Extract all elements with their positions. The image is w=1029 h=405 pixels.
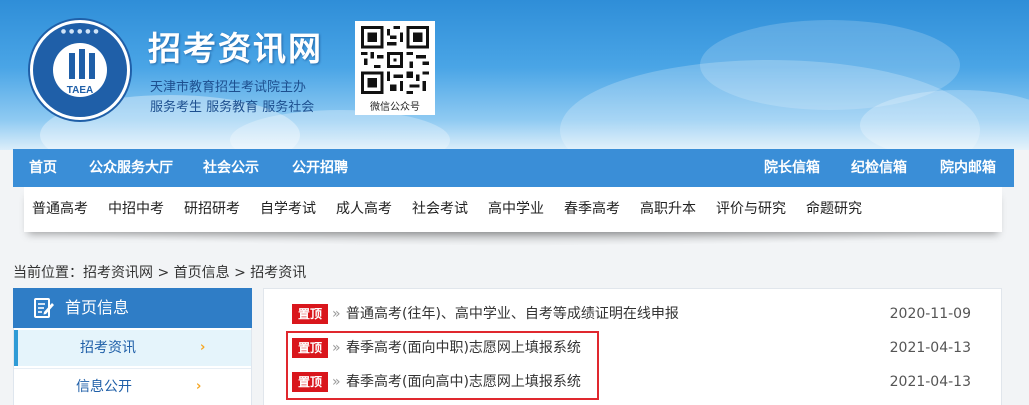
news-title[interactable]: 普通高考(往年)、高中学业、自考等成绩证明在线申报 [346, 298, 679, 332]
sidebar-item-label: 信息公开 [76, 379, 132, 395]
logo-pillar [69, 53, 75, 79]
news-date: 2021-04-13 [889, 340, 971, 356]
sub-nav: 普通高考 中招中考 研招研考 自学考试 成人高考 社会考试 高中学业 春季高考 … [24, 187, 1002, 232]
subnav-vocational-upgrade[interactable]: 高职升本 [640, 187, 696, 232]
logo-ring-text: ● ● ● ● ● [60, 28, 100, 35]
subnav-spring-exam[interactable]: 春季高考 [564, 187, 620, 232]
subnav-high-school-academic[interactable]: 高中学业 [488, 187, 544, 232]
logo-abbr: TAEA [66, 85, 94, 96]
sidebar-menu: 招考资讯 › 信息公开 › [13, 328, 252, 405]
site-subtitle: 天津市教育招生考试院主办 [150, 80, 307, 95]
breadcrumb: 当前位置：招考资讯网 > 首页信息 > 招考资讯 [13, 265, 307, 281]
header-banner: ● ● ● ● ● TAEA 招考资讯网 天津市教育招生考试院主办 服务考生 服… [0, 0, 1029, 150]
news-date: 2021-04-13 [889, 374, 971, 390]
news-item[interactable]: 置顶 » 春季高考(面向高中)志愿网上填报系统 2021-04-13 [264, 366, 1001, 400]
nav-public-service-hall[interactable]: 公众服务大厅 [89, 149, 173, 187]
news-list: 置顶 » 普通高考(往年)、高中学业、自考等成绩证明在线申报 2020-11-0… [263, 288, 1002, 405]
qr-code-image [361, 26, 429, 94]
logo-pillar [79, 49, 85, 79]
edit-document-icon [33, 297, 55, 319]
subnav-social-exam[interactable]: 社会考试 [412, 187, 468, 232]
subnav-postgraduate-exam[interactable]: 研招研考 [184, 187, 240, 232]
subnav-middle-school-exam[interactable]: 中招中考 [108, 187, 164, 232]
nav-recruitment[interactable]: 公开招聘 [292, 149, 348, 187]
sidebar-item-info-disclosure[interactable]: 信息公开 › [14, 368, 251, 404]
logo-pillar [89, 53, 95, 79]
sidebar-item-label: 招考资讯 [80, 340, 136, 356]
site-title[interactable]: 招考资讯网 [148, 22, 323, 70]
sidebar-title: 首页信息 [65, 298, 130, 317]
nav-president-mailbox[interactable]: 院长信箱 [764, 149, 820, 187]
subnav-question-research[interactable]: 命题研究 [806, 187, 862, 232]
chevron-right-icon: › [200, 340, 206, 355]
subnav-evaluation-research[interactable]: 评价与研究 [716, 187, 786, 232]
nav-home[interactable]: 首页 [29, 149, 57, 187]
nav-public-notice[interactable]: 社会公示 [203, 149, 259, 187]
pinned-badge: 置顶 [292, 338, 328, 358]
pinned-badge: 置顶 [292, 372, 328, 392]
wechat-qr-card: 微信公众号 [355, 21, 435, 115]
news-date: 2020-11-09 [889, 306, 971, 322]
chevron-right-icon: › [196, 379, 202, 394]
nav-discipline-mailbox[interactable]: 纪检信箱 [851, 149, 907, 187]
pinned-badge: 置顶 [292, 304, 328, 324]
news-item[interactable]: 置顶 » 春季高考(面向中职)志愿网上填报系统 2021-04-13 [264, 332, 1001, 366]
news-title[interactable]: 春季高考(面向高中)志愿网上填报系统 [346, 366, 581, 400]
subnav-self-study-exam[interactable]: 自学考试 [260, 187, 316, 232]
main-nav: 首页 公众服务大厅 社会公示 公开招聘 院长信箱 纪检信箱 院内邮箱 [13, 149, 1014, 187]
site-logo[interactable]: ● ● ● ● ● TAEA [30, 20, 130, 120]
qr-caption: 微信公众号 [370, 102, 420, 113]
sidebar-header: 首页信息 [13, 288, 252, 328]
site-slogan: 服务考生 服务教育 服务社会 [150, 100, 315, 115]
double-chevron-icon: » [332, 306, 341, 322]
news-item[interactable]: 置顶 » 普通高考(往年)、高中学业、自考等成绩证明在线申报 2020-11-0… [264, 298, 1001, 332]
subnav-general-exam[interactable]: 普通高考 [32, 187, 88, 232]
nav-internal-mailbox[interactable]: 院内邮箱 [940, 149, 996, 187]
double-chevron-icon: » [332, 374, 341, 390]
sidebar-item-admission-news[interactable]: 招考资讯 › [14, 330, 251, 366]
subnav-adult-exam[interactable]: 成人高考 [336, 187, 392, 232]
subnav-shadow [24, 230, 1002, 246]
news-title[interactable]: 春季高考(面向中职)志愿网上填报系统 [346, 332, 581, 366]
double-chevron-icon: » [332, 340, 341, 356]
